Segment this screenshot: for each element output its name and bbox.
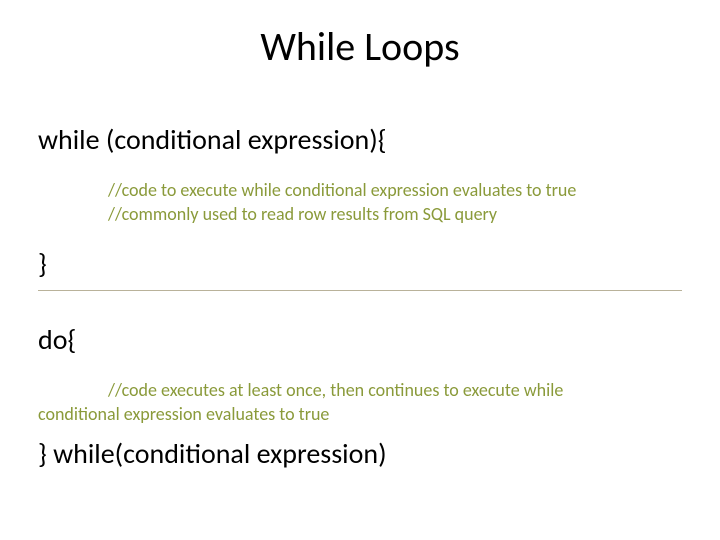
- while-comment-line-2: //commonly used to read row results from…: [108, 202, 576, 226]
- do-comment-line-1: //code executes at least once, then cont…: [108, 379, 563, 401]
- do-close-line: } while(conditional expression): [38, 436, 387, 471]
- slide: While Loops while (conditional expressio…: [0, 0, 720, 540]
- slide-title: While Loops: [0, 22, 720, 71]
- do-comment-line-2: conditional expression evaluates to true: [38, 403, 329, 425]
- while-comment-block: //code to execute while conditional expr…: [108, 178, 576, 227]
- while-close-line: }: [38, 246, 47, 281]
- do-comment-block: //code executes at least once, then cont…: [38, 378, 678, 427]
- while-comment-line-1: //code to execute while conditional expr…: [108, 178, 576, 202]
- section-divider: [38, 290, 682, 291]
- do-open-line: do{: [38, 322, 76, 357]
- while-open-line: while (conditional expression){: [38, 122, 387, 157]
